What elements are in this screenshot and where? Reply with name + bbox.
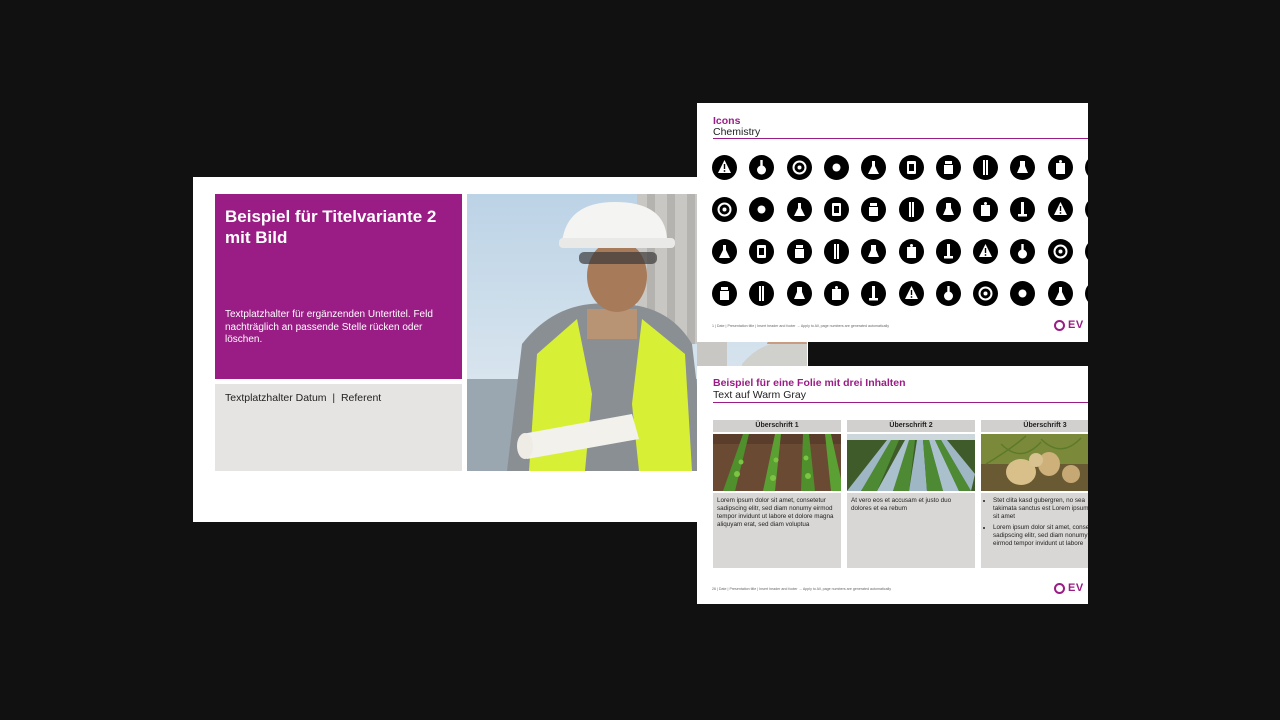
- three-content-slide[interactable]: Beispiel für eine Folie mit drei Inhalte…: [697, 366, 1088, 604]
- erlenmeyer-icon: [935, 155, 961, 180]
- content-column-2: Überschrift 2 At vero eos et accusam et …: [847, 420, 975, 568]
- reactor-icon: [861, 281, 887, 306]
- capsule-icon: [786, 197, 812, 222]
- title-divider: [713, 402, 1088, 403]
- silo-icon: [973, 281, 999, 306]
- container-icon: [786, 155, 812, 180]
- date-referent-text[interactable]: Textplatzhalter Datum | Referent: [225, 392, 381, 404]
- sigma-icon: [823, 239, 849, 264]
- seedlings-photo: [713, 434, 841, 491]
- test-tube-rack-icon: [861, 155, 887, 180]
- seedlings-illustration: [713, 434, 841, 491]
- bottle-icon: [898, 239, 924, 264]
- thermometer-icon: [712, 197, 737, 222]
- extra-icon: [1085, 197, 1088, 222]
- pie-icon: [749, 281, 775, 306]
- truck-icon: [1047, 281, 1073, 306]
- spatula-icon: [1010, 197, 1036, 222]
- gauge-tube-icon: [973, 197, 999, 222]
- content-column-3: Überschrift 3 Stet clita kasd gubergren,…: [981, 420, 1088, 568]
- plant-icon: [823, 281, 849, 306]
- ring-icon: [1047, 239, 1073, 264]
- title-divider: [713, 138, 1088, 139]
- content-column-1: Überschrift 1 Lorem ipsum dolor sit amet…: [713, 420, 841, 568]
- slide-subtitle[interactable]: Text auf Warm Gray: [713, 389, 806, 401]
- bullet-item[interactable]: Lorem ipsum dolor sit amet, consetetur s…: [993, 524, 1088, 548]
- flame-icon: [973, 239, 999, 264]
- gas-mask-icon: [786, 239, 812, 264]
- molecule-icon: [1047, 197, 1073, 222]
- lab-coat-icon: [1010, 239, 1036, 264]
- column-bullets: Stet clita kasd gubergren, no sea takima…: [981, 493, 1088, 568]
- dispenser-icon: [1047, 155, 1073, 180]
- oil-pump-icon: [786, 281, 812, 306]
- biohazard-icon: [823, 155, 849, 180]
- crop-rows-photo: [847, 434, 975, 491]
- drum-icon: [1010, 281, 1036, 306]
- column-heading[interactable]: Überschrift 1: [713, 420, 841, 432]
- factory-icon: [935, 281, 961, 306]
- slide-subtitle[interactable]: Textplatzhalter für ergänzenden Untertit…: [225, 309, 450, 347]
- spray-bottle-icon: [935, 197, 961, 222]
- logo: EV: [1054, 319, 1088, 333]
- slide-title[interactable]: Beispiel für Titelvariante 2 mit Bild: [225, 206, 457, 248]
- cylinder-icon: [898, 197, 924, 222]
- slide-subtitle[interactable]: Chemistry: [713, 126, 760, 138]
- round-flask-icon: [973, 155, 999, 180]
- crop-rows-illustration: [847, 434, 975, 491]
- logo-icon: [1054, 583, 1065, 594]
- lab-setup-icon: [749, 239, 775, 264]
- logo: EV: [1054, 582, 1088, 596]
- canister-icon: [749, 197, 775, 222]
- lab-flask-icon: [749, 155, 775, 180]
- hierarchy-icon: [712, 239, 737, 264]
- column-text[interactable]: At vero eos et accusam et justo duo dolo…: [847, 493, 975, 568]
- logo-text: EV: [1068, 319, 1084, 331]
- logo-icon: [1054, 320, 1065, 331]
- title-box: Beispiel für Titelvariante 2 mit Bild Te…: [215, 194, 462, 379]
- icons-slide[interactable]: Icons Chemistry 1 | Date | Presentation …: [697, 103, 1088, 342]
- pipette-icon: [898, 155, 924, 180]
- column-heading[interactable]: Überschrift 2: [847, 420, 975, 432]
- ufo-tank-icon: [898, 281, 924, 306]
- distillation-icon: [861, 197, 887, 222]
- bullet-item[interactable]: Stet clita kasd gubergren, no sea takima…: [993, 497, 1088, 521]
- timer-icon: [712, 281, 737, 306]
- slide-title[interactable]: Beispiel für eine Folie mit drei Inhalte…: [713, 377, 906, 389]
- potatoes-photo: [981, 434, 1088, 491]
- dna-icon: [823, 197, 849, 222]
- warning-icon: [712, 155, 737, 180]
- potatoes-illustration: [981, 434, 1088, 491]
- beaker-icon: [1010, 155, 1036, 180]
- slide-footer: 26 | Date | Presentation title | Insert …: [712, 587, 891, 591]
- slide-footer: 1 | Date | Presentation title | Insert h…: [712, 324, 890, 328]
- column-text[interactable]: Lorem ipsum dolor sit amet, consetetur s…: [713, 493, 841, 568]
- logo-text: EV: [1068, 582, 1084, 594]
- extra-icon: [1085, 155, 1088, 180]
- extra-icon: [1085, 281, 1088, 306]
- waveform-icon: [861, 239, 887, 264]
- column-heading[interactable]: Überschrift 3: [981, 420, 1088, 432]
- date-box: Textplatzhalter Datum | Referent: [215, 384, 462, 471]
- fire-extinguisher-icon: [935, 239, 961, 264]
- extra-icon: [1085, 239, 1088, 264]
